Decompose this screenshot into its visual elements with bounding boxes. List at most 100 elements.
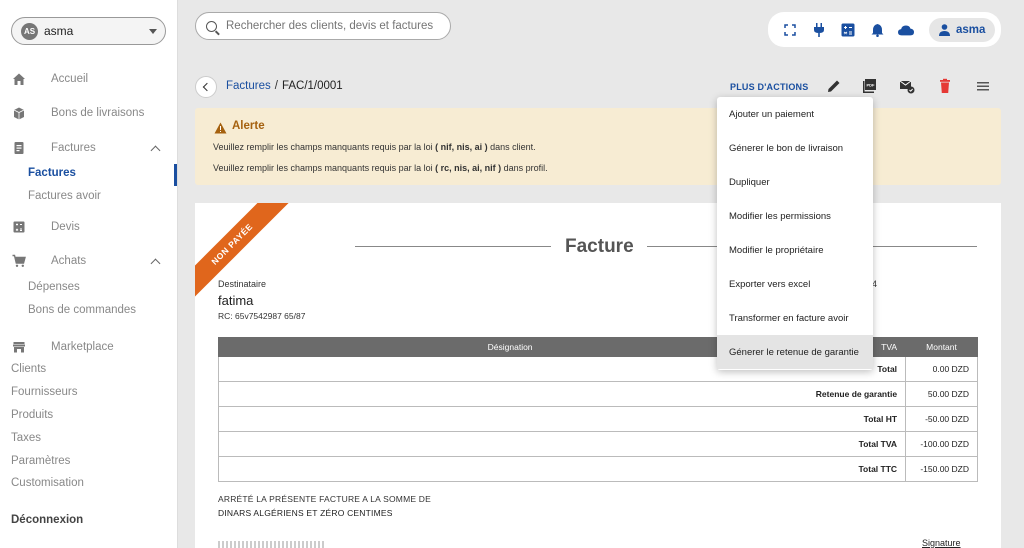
sidebar-item-label: Devis (51, 221, 80, 233)
user-selector[interactable]: AS asma (11, 17, 166, 45)
active-indicator (174, 164, 177, 186)
cloud-icon[interactable] (898, 22, 914, 38)
sidebar-item-parametres[interactable]: Paramètres (11, 455, 70, 467)
alert-line: Veuillez remplir les champs manquants re… (213, 142, 536, 152)
sidebar-subitem-factures-avoir[interactable]: Factures avoir (28, 190, 101, 202)
menu-item-transformer-avoir[interactable]: Transformer en facture avoir (717, 301, 873, 335)
amount-words-label: ARRÉTÉ LA PRÉSENTE FACTURE A LA SOMME DE (218, 494, 432, 504)
avatar: AS (21, 22, 38, 40)
menu-item-modifier-proprietaire[interactable]: Modifier le propriétaire (717, 233, 873, 267)
menu-item-generer-bon-livraison[interactable]: Génerer le bon de livraison (717, 131, 873, 165)
search-input[interactable] (226, 20, 446, 32)
total-value: -50.00 DZD (905, 406, 978, 432)
sidebar-item-label: Factures (51, 142, 96, 154)
more-actions-menu: Ajouter un paiement Génerer le bon de li… (717, 97, 873, 370)
sidebar-item-fournisseurs[interactable]: Fournisseurs (11, 386, 77, 398)
search-icon (206, 20, 217, 32)
breadcrumb-separator: / (274, 80, 278, 92)
sidebar: AS asma Accueil Bons de livraisons Factu… (0, 0, 178, 548)
barcode-image (218, 541, 326, 548)
total-label: Total TTC (217, 456, 907, 482)
menu-item-modifier-permissions[interactable]: Modifier les permissions (717, 199, 873, 233)
delete-icon[interactable] (937, 78, 953, 94)
back-button[interactable] (195, 76, 217, 98)
column-header: Désignation (217, 337, 803, 357)
home-icon (13, 73, 25, 85)
calculator-icon[interactable] (840, 22, 856, 38)
top-toolbar: asma (768, 12, 1001, 47)
cart-icon (12, 254, 26, 267)
email-icon[interactable] (899, 78, 915, 94)
breadcrumb-current: FAC/1/0001 (281, 80, 343, 92)
sidebar-item-devis[interactable]: Devis (0, 216, 178, 238)
logout-button[interactable]: Déconnexion (11, 514, 83, 526)
breadcrumb-link-factures[interactable]: Factures (226, 80, 271, 92)
signature-label: Signature (922, 538, 961, 548)
bell-icon[interactable] (869, 22, 885, 38)
user-name: asma (44, 24, 74, 38)
table-row: Retenue de garantie 50.00 DZD (217, 381, 978, 407)
sidebar-subitem-depenses[interactable]: Dépenses (28, 281, 80, 293)
recipient-name: fatima (218, 293, 254, 308)
table-row: Total HT -50.00 DZD (217, 406, 978, 432)
sidebar-subitem-bons-commandes[interactable]: Bons de commandes (28, 304, 136, 316)
table-row: Total TVA -100.00 DZD (217, 431, 978, 457)
column-header: Montant (905, 337, 978, 357)
menu-item-ajouter-paiement[interactable]: Ajouter un paiement (717, 97, 873, 131)
menu-item-exporter-excel[interactable]: Exporter vers excel (717, 267, 873, 301)
sidebar-subitem-factures[interactable]: Factures (28, 167, 76, 179)
user-icon (939, 23, 950, 36)
calculator-icon (13, 221, 25, 233)
total-label: Total HT (217, 406, 907, 432)
sidebar-item-customisation[interactable]: Customisation (11, 477, 84, 489)
breadcrumb: Factures / FAC/1/0001 (226, 80, 343, 92)
invoice-card: NON PAYÉE Facture Destinataire fatima RC… (195, 203, 1001, 548)
total-value: -150.00 DZD (905, 456, 978, 482)
total-value: 50.00 DZD (905, 381, 978, 407)
total-value: 0.00 DZD (905, 356, 978, 382)
plug-icon[interactable] (811, 22, 827, 38)
sidebar-item-achats[interactable]: Achats (0, 250, 178, 272)
menu-item-dupliquer[interactable]: Dupliquer (717, 165, 873, 199)
chevron-down-icon (149, 28, 157, 34)
search-bar[interactable] (195, 12, 451, 40)
invoice-icon (14, 142, 24, 154)
table-row: Total TTC -150.00 DZD (217, 456, 978, 482)
menu-item-generer-retenue-garantie[interactable]: Génerer le retenue de garantie (717, 335, 873, 369)
sidebar-item-produits[interactable]: Produits (11, 409, 53, 421)
warning-icon (214, 122, 227, 134)
status-badge: NON PAYÉE (195, 203, 293, 305)
user-menu-button[interactable]: asma (929, 17, 995, 42)
sidebar-item-accueil[interactable]: Accueil (0, 68, 178, 90)
total-value: -100.00 DZD (905, 431, 978, 457)
sidebar-item-clients[interactable]: Clients (11, 363, 46, 375)
chevron-up-icon (150, 145, 161, 156)
store-icon (13, 342, 25, 353)
alert-title: Alerte (232, 120, 265, 132)
alert-line: Veuillez remplir les champs manquants re… (213, 163, 548, 173)
chevron-left-icon (202, 82, 212, 92)
svg-text:PDF: PDF (867, 83, 876, 88)
total-label: Total TVA (217, 431, 907, 457)
sidebar-item-label: Marketplace (51, 341, 114, 353)
box-icon (13, 107, 25, 120)
sidebar-item-label: Bons de livraisons (51, 107, 145, 119)
recipient-rc: RC: 65v7542987 65/87 (218, 311, 306, 321)
recipient-label: Destinataire (218, 279, 267, 289)
alert-box: Alerte Veuillez remplir les champs manqu… (195, 108, 1001, 185)
divider (355, 246, 551, 247)
sidebar-item-factures[interactable]: Factures (0, 137, 178, 159)
sidebar-item-marketplace[interactable]: Marketplace (0, 336, 178, 358)
menu-icon[interactable] (975, 78, 991, 94)
sidebar-item-bons-livraisons[interactable]: Bons de livraisons (0, 102, 178, 124)
sidebar-item-label: Achats (51, 255, 87, 267)
more-actions-button[interactable]: PLUS D'ACTIONS (730, 82, 808, 92)
total-label: Retenue de garantie (217, 381, 907, 407)
sidebar-item-label: Accueil (51, 73, 89, 85)
sidebar-item-taxes[interactable]: Taxes (11, 432, 41, 444)
edit-icon[interactable] (826, 78, 842, 94)
invoice-title: Facture (565, 236, 634, 257)
amount-words: DINARS ALGÉRIENS ET ZÉRO CENTIMES (218, 508, 393, 518)
pdf-icon[interactable]: PDF (862, 78, 878, 94)
fullscreen-icon[interactable] (782, 22, 798, 38)
